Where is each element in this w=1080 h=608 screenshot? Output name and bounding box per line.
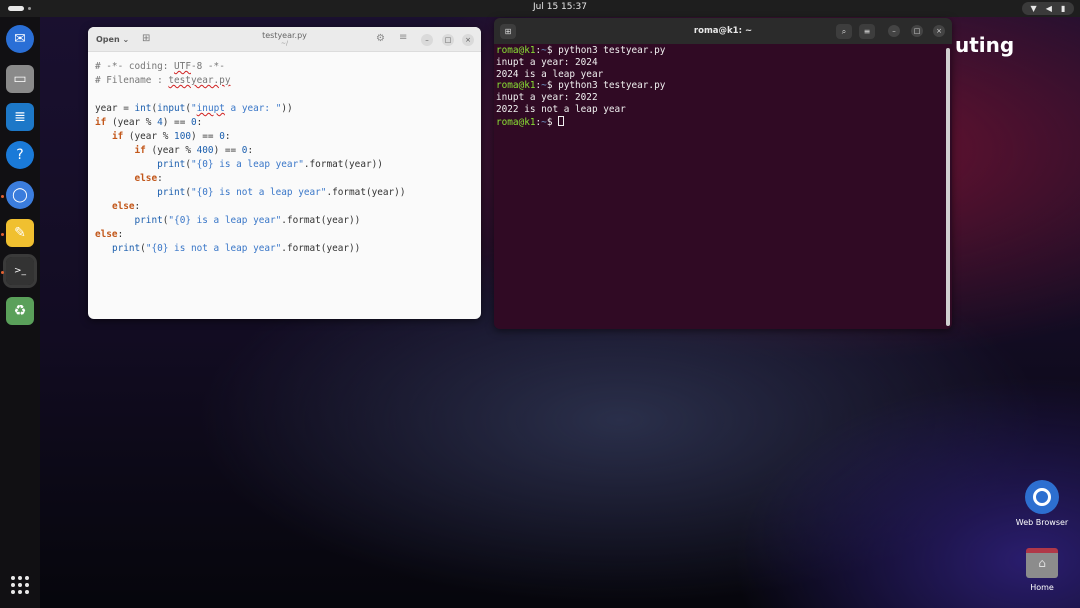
terminal-output-line: inupt a year: 2022 [496, 92, 598, 104]
terminal-icon[interactable]: >_ [3, 254, 37, 288]
code-line: print("{0} is not a leap year".format(ye… [111, 243, 361, 254]
menu-icon[interactable]: ≡ [399, 32, 407, 43]
web-browser-label: Web Browser [1015, 518, 1069, 527]
code-line: else: [111, 201, 141, 212]
running-indicator [1, 233, 4, 236]
code-line: # -*- coding: UTF-8 -*- [95, 61, 225, 72]
text-editor-icon[interactable]: ✎ [6, 219, 34, 247]
thunderbird-icon[interactable]: ✉ [6, 25, 34, 53]
text-editor-window: Open ⌄ ⊞ testyear.py ~/ ⚙ ≡ – □ × # -*- … [88, 27, 481, 319]
code-line: else: [134, 173, 163, 184]
menu-icon[interactable]: ≡ [859, 24, 875, 39]
home-shortcut[interactable]: ⌂ Home [1014, 548, 1070, 592]
home-folder-icon: ⌂ [1026, 548, 1058, 578]
running-indicator [1, 195, 4, 198]
top-bar: Jul 15 15:37 ▼ ◀ ▮ [0, 0, 1080, 17]
help-icon[interactable]: ? [6, 141, 34, 169]
chromium-icon[interactable]: ◯ [6, 181, 34, 209]
code-line: year = int(input("inupt a year: ")) [95, 103, 293, 114]
close-button[interactable]: × [462, 34, 474, 46]
trash-icon[interactable]: ♻ [6, 297, 34, 325]
wifi-icon: ▼ [1030, 4, 1037, 13]
dock: ✉ ▭ ≣? ◯ ✎ >_ ♻ [0, 17, 40, 608]
writer-icon[interactable]: ≣ [6, 103, 34, 131]
code-line: if (year % 400) == 0: [134, 145, 254, 156]
chromium-icon [1025, 480, 1059, 514]
scrollbar[interactable] [946, 48, 950, 326]
home-label: Home [1030, 583, 1054, 592]
gear-icon[interactable]: ⚙ [376, 33, 385, 44]
terminal-command-line: roma@k1:~$ python3 testyear.py [496, 80, 666, 92]
terminal-output-line: inupt a year: 2024 [496, 56, 598, 68]
maximize-button[interactable]: □ [442, 34, 454, 46]
clock[interactable]: Jul 15 15:37 [0, 2, 1080, 12]
terminal-output-line: 2022 is not a leap year [496, 103, 626, 115]
files-icon[interactable]: ▭ [6, 65, 34, 93]
terminal-output-line: 2024 is a leap year [496, 68, 604, 80]
code-line: if (year % 4) == 0: [95, 117, 203, 128]
volume-icon: ◀ [1045, 4, 1052, 13]
code-line: print("{0} is a leap year".format(year)) [157, 159, 383, 170]
terminal-command-line: roma@k1:~$ [496, 115, 665, 129]
terminal-title: roma@k1: ~ [693, 26, 753, 36]
minimize-button[interactable]: – [888, 25, 900, 37]
search-icon[interactable]: ⌕ [836, 24, 852, 39]
code-editor[interactable]: # -*- coding: UTF-8 -*- # Filename : test… [95, 60, 405, 256]
close-button[interactable]: × [933, 25, 945, 37]
minimize-button[interactable]: – [421, 34, 433, 46]
terminal-header: ⊞ roma@k1: ~ ⌕ ≡ – □ × [494, 18, 952, 44]
code-line: print("{0} is not a leap year".format(ye… [157, 187, 406, 198]
terminal-output[interactable]: roma@k1:~$ python3 testyear.py inupt a ye… [496, 45, 665, 129]
code-line: # Filename : testyear.py [95, 75, 231, 86]
brand-text: uting [955, 33, 1015, 57]
cursor [558, 115, 565, 126]
app-grid-icon[interactable] [11, 576, 29, 594]
battery-icon: ▮ [1061, 4, 1066, 13]
editor-header: Open ⌄ ⊞ testyear.py ~/ ⚙ ≡ – □ × [88, 27, 481, 52]
terminal-command-line: roma@k1:~$ python3 testyear.py [496, 45, 666, 56]
code-line: else: [95, 229, 124, 240]
maximize-button[interactable]: □ [911, 25, 923, 37]
system-tray[interactable]: ▼ ◀ ▮ [1022, 2, 1074, 15]
code-line: print("{0} is a leap year".format(year)) [134, 215, 361, 226]
code-line: if (year % 100) == 0: [111, 131, 231, 142]
running-indicator [1, 271, 4, 274]
web-browser-shortcut[interactable]: Web Browser [1014, 480, 1070, 527]
terminal-window: ⊞ roma@k1: ~ ⌕ ≡ – □ × roma@k1:~$ python… [494, 18, 952, 329]
